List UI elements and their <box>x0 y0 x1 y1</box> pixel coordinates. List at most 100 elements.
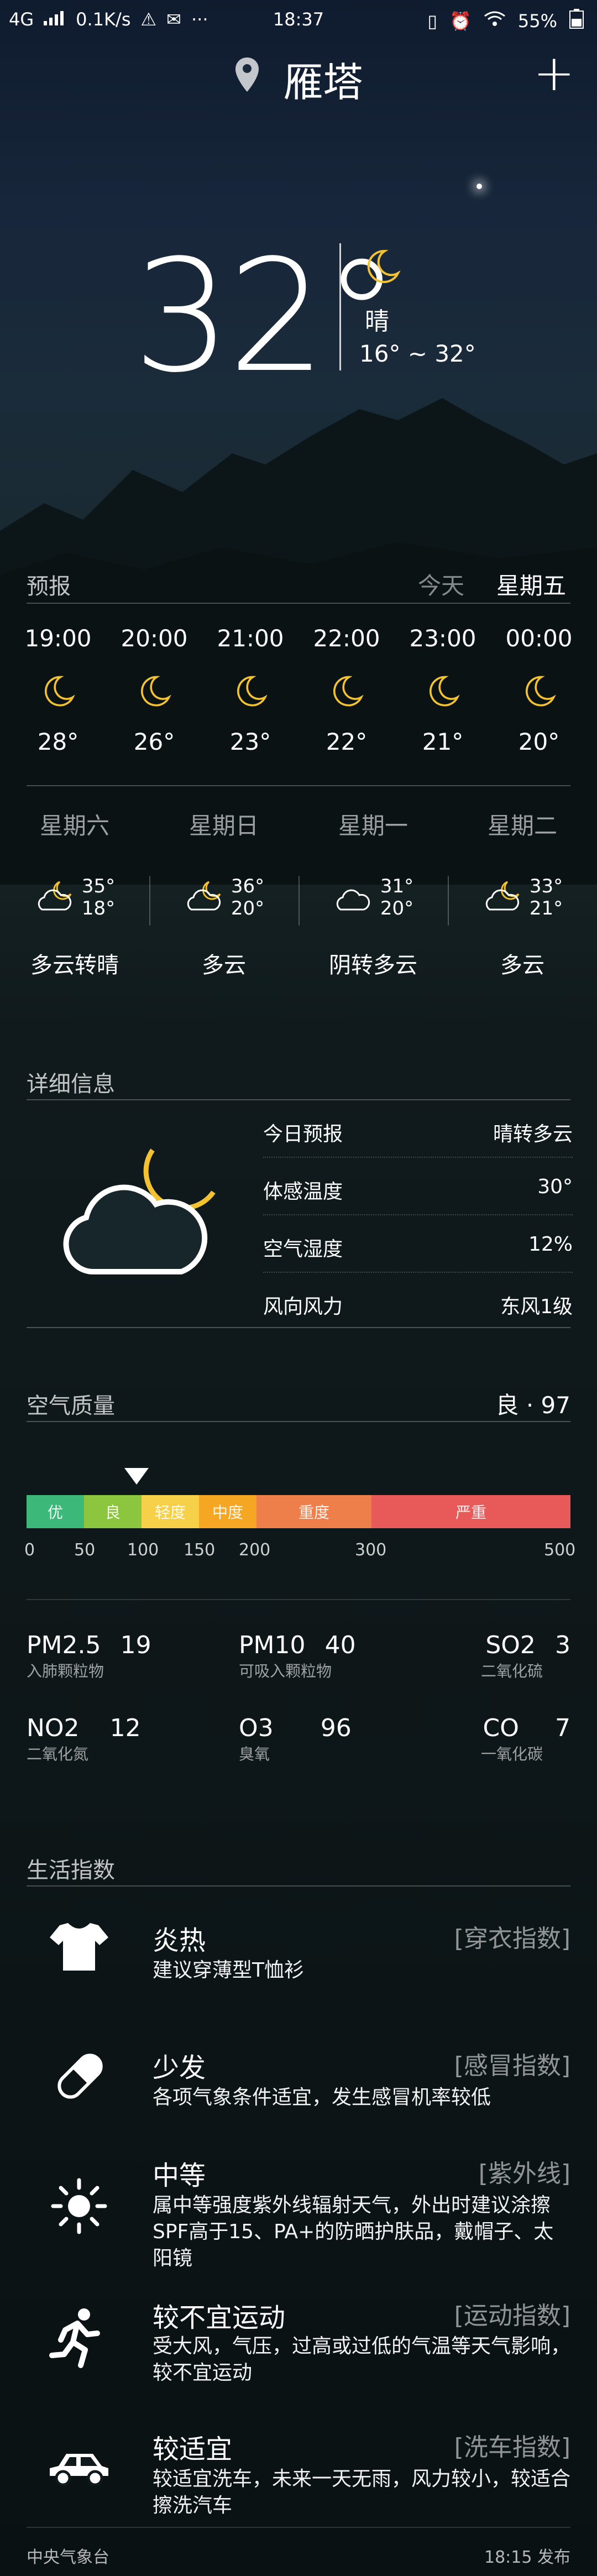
hour-temp: 28° <box>37 728 79 755</box>
day-name: 星期六 <box>39 812 109 839</box>
life-item-desc: 建议穿薄型T恤衫 <box>153 1959 304 1982</box>
detail-value: 晴转多云 <box>493 1123 573 1146</box>
detail-value: 东风1级 <box>500 1295 573 1318</box>
city-header[interactable]: 雁塔 <box>0 50 597 108</box>
hour-temp: 20° <box>518 728 560 755</box>
pollutant-pm10: PM10 40 可吸入颗粒物 <box>239 1631 405 1681</box>
hour-item: 23:00 21° <box>395 625 491 755</box>
temp-range: 16° ~ 32° <box>359 340 476 367</box>
aqi-segment-good: 良 <box>84 1495 142 1528</box>
life-divider <box>27 1885 570 1887</box>
life-item-sport[interactable]: 较不宜运动 [运动指数] 受大风，气压，过高或过低的气温等天气影响，较不宜运动 <box>0 2289 597 2411</box>
detail-key: 体感温度 <box>263 1180 343 1203</box>
aqi-scale-100: 100 <box>127 1540 159 1560</box>
pollutant-desc: 二氧化硫 <box>481 1662 543 1680</box>
hour-time: 21:00 <box>217 625 284 652</box>
pollutant-name: PM2.5 <box>27 1631 101 1659</box>
vibrate-icon: ▯ <box>427 11 438 32</box>
forecast-title: 预报 <box>27 574 71 599</box>
moon-icon <box>363 248 401 289</box>
aqi-bar: 优 良 轻度 中度 重度 严重 <box>27 1495 570 1528</box>
pollutant-value: 7 <box>555 1714 570 1742</box>
day-low: 21° <box>529 897 563 919</box>
pollutant-name: PM10 <box>239 1631 306 1659</box>
pollutant-pm25: PM2.5 19 入肺颗粒物 <box>27 1631 192 1681</box>
forecast-divider <box>27 603 570 604</box>
pill-icon <box>50 2046 111 2109</box>
aqi-segment-moderate: 中度 <box>199 1495 256 1528</box>
status-bar: 4G 0.1K/s ⚠ ✉ ··· 18:37 ▯ ⏰ 55% <box>0 0 597 40</box>
moon-icon <box>491 674 587 712</box>
detail-row: 体感温度 30° <box>263 1158 573 1215</box>
battery-icon <box>569 9 584 33</box>
sun-icon <box>49 2176 109 2239</box>
weekday-tab[interactable]: 星期五 <box>496 567 566 601</box>
hourly-divider <box>27 785 570 786</box>
life-item-title: 少发 <box>153 2052 206 2083</box>
day-item[interactable]: 星期六 35° 18° 多云转晴 <box>0 807 149 979</box>
life-item-tag: [穿衣指数] <box>454 1925 570 1953</box>
life-item-desc: 各项气象条件适宜，发生感冒机率较低 <box>153 2086 491 2109</box>
cloud-moon-icon <box>34 880 78 915</box>
life-item-desc: 属中等强度紫外线辐射天气，外出时建议涂擦SPF高于15、PA+的防晒护肤品，戴帽… <box>153 2194 554 2270</box>
life-title: 生活指数 <box>27 1858 115 1883</box>
aqi-summary: 良 · 97 <box>495 1392 571 1419</box>
hour-temp: 26° <box>133 728 175 755</box>
life-item-uv[interactable]: 中等 [紫外线] 属中等强度紫外线辐射天气，外出时建议涂擦SPF高于15、PA+… <box>0 2148 597 2281</box>
moon-icon <box>202 674 298 712</box>
hour-temp: 23° <box>229 728 271 755</box>
tshirt-icon <box>49 1919 109 1976</box>
cloud-moon-large-icon <box>53 1139 219 1285</box>
pollutant-value: 40 <box>324 1631 356 1659</box>
pollutant-o3: O3 96 臭氧 <box>239 1714 405 1764</box>
life-item-clothing[interactable]: 炎热 [穿衣指数] 建议穿薄型T恤衫 <box>0 1896 597 2007</box>
life-item-carwash[interactable]: 较适宜 [洗车指数] 较适宜洗车，未来一天无雨，风力较小，较适合擦洗汽车 <box>0 2422 597 2532</box>
day-item[interactable]: 星期一 31° 20° 阴转多云 <box>298 807 448 979</box>
day-item[interactable]: 星期日 36° 20° 多云 <box>149 807 298 979</box>
today-tab[interactable]: 今天 <box>418 567 464 601</box>
detail-row: 今日预报 晴转多云 <box>263 1100 573 1158</box>
day-desc: 多云转晴 <box>30 953 119 978</box>
day-item[interactable]: 星期二 33° 21° 多云 <box>448 807 597 979</box>
hour-item: 21:00 23° <box>202 625 298 755</box>
day-desc: 多云 <box>202 953 246 978</box>
life-item-cold[interactable]: 少发 [感冒指数] 各项气象条件适宜，发生感冒机率较低 <box>0 2024 597 2134</box>
runner-icon <box>44 2306 111 2374</box>
car-icon <box>44 2444 113 2496</box>
details-title: 详细信息 <box>27 1072 115 1097</box>
life-item-desc: 较适宜洗车，未来一天无雨，风力较小，较适合擦洗汽车 <box>153 2468 571 2517</box>
current-temperature: 32° <box>133 227 400 407</box>
pollutant-name: NO2 <box>27 1714 80 1742</box>
alarm-icon: ⏰ <box>449 11 472 32</box>
pollutant-no2: NO2 12 二氧化氮 <box>27 1714 192 1764</box>
day-high: 31° <box>380 875 414 897</box>
life-item-title: 炎热 <box>153 1925 206 1956</box>
detail-key: 空气湿度 <box>263 1238 343 1261</box>
detail-row: 空气湿度 12% <box>263 1215 573 1273</box>
day-high: 33° <box>529 875 563 897</box>
current-condition: 晴 <box>365 307 389 336</box>
pollutant-name: O3 <box>239 1714 274 1742</box>
city-name: 雁塔 <box>283 59 363 106</box>
day-desc: 多云 <box>500 953 544 978</box>
day-high: 35° <box>81 875 116 897</box>
moon-icon <box>106 674 202 712</box>
life-item-tag: [运动指数] <box>454 2302 570 2330</box>
aqi-segment-light: 轻度 <box>142 1495 199 1528</box>
day-low: 20° <box>231 897 265 919</box>
life-item-title: 较适宜 <box>153 2434 233 2465</box>
cloud-icon <box>333 880 377 915</box>
detail-key: 风向风力 <box>263 1295 343 1318</box>
detail-value: 12% <box>528 1233 573 1256</box>
hourly-forecast: 19:00 28° 20:00 26° 21:00 23° 22:00 22° … <box>10 625 587 755</box>
details-bottom-divider <box>27 1327 570 1328</box>
publish-time: 18:15 发布 <box>484 2548 570 2567</box>
hour-time: 00:00 <box>505 625 573 652</box>
cloud-moon-icon <box>482 880 526 915</box>
add-city-button[interactable]: + <box>533 44 575 102</box>
aqi-scale-150: 150 <box>184 1540 216 1560</box>
location-pin-icon <box>234 56 260 102</box>
hour-item: 20:00 26° <box>106 625 202 755</box>
aqi-segment-excellent: 优 <box>27 1495 84 1528</box>
moon-icon <box>395 674 491 712</box>
